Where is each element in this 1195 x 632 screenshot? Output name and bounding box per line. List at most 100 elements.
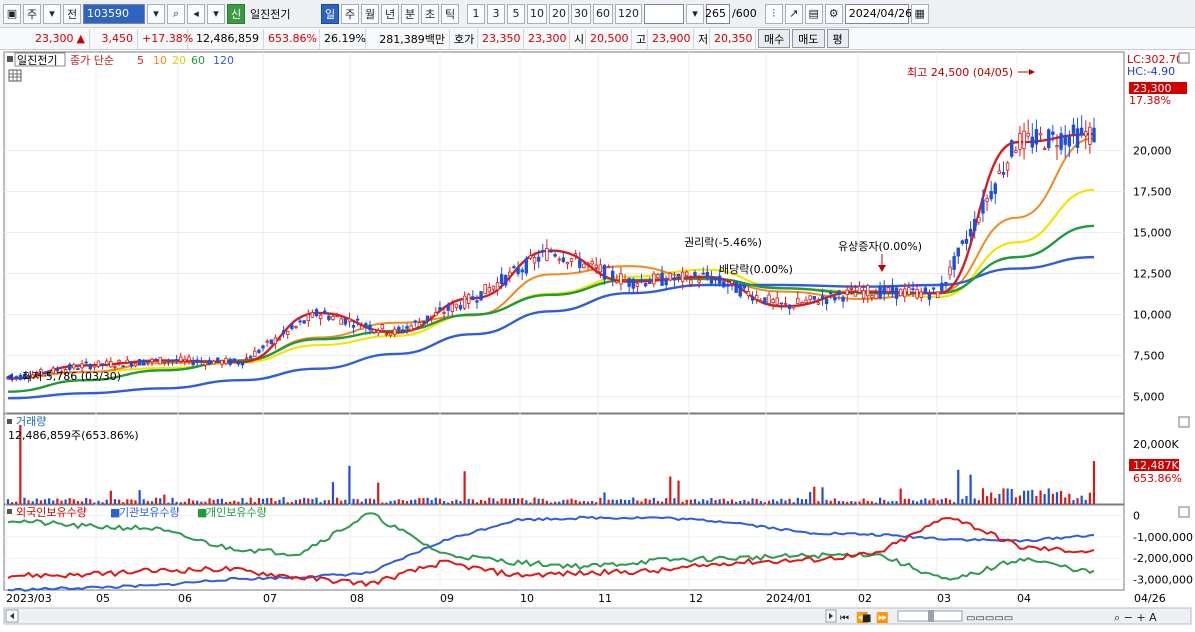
candle-body: [927, 293, 932, 300]
period-tick[interactable]: 틱: [441, 3, 459, 24]
draw-icon[interactable]: ↗: [784, 3, 803, 24]
count-input[interactable]: 265: [705, 3, 730, 24]
volume-bar: [554, 501, 557, 504]
volume-panel-frame: [3, 413, 1125, 505]
candle-body: [92, 365, 97, 368]
volume-bar: [516, 498, 520, 504]
volume-bar: [944, 498, 948, 504]
nav-next-icon[interactable]: ⏩: [876, 611, 888, 624]
period-week[interactable]: 주: [341, 3, 359, 24]
volume-bar: [1039, 490, 1042, 504]
candle-body: [849, 288, 853, 290]
interval-5[interactable]: 5: [507, 3, 525, 24]
code-input[interactable]: 103590: [83, 3, 145, 24]
search-icon[interactable]: ⌕: [167, 3, 185, 24]
volume-bar: [492, 498, 495, 504]
panel-close-icon[interactable]: [1178, 52, 1190, 64]
candle-body: [977, 217, 981, 223]
interval-120[interactable]: 120: [615, 3, 642, 24]
window-icon[interactable]: ▣: [3, 3, 21, 24]
period-month[interactable]: 월: [361, 3, 379, 24]
price-y-tick: 20,000: [1133, 144, 1172, 157]
volume-bar: [1002, 488, 1005, 504]
interval-dropdown-icon[interactable]: ▾: [686, 3, 704, 24]
candle-icon[interactable]: ⫶: [764, 3, 783, 24]
period-minute[interactable]: 분: [401, 3, 419, 24]
nav-first-icon[interactable]: ⏮: [840, 613, 849, 624]
menu-icon[interactable]: ▾: [207, 3, 225, 24]
buy-button[interactable]: 매수: [758, 29, 791, 48]
candle-body: [265, 340, 269, 343]
volume-bar: [599, 497, 602, 504]
type-select[interactable]: 주: [23, 3, 41, 24]
period-day[interactable]: 일: [321, 3, 339, 24]
interval-30[interactable]: 30: [571, 3, 591, 24]
candle-body: [944, 281, 948, 284]
zoom-tools[interactable]: ⌕ − + A: [1114, 611, 1157, 624]
volume-bar: [146, 501, 149, 504]
candle-body: [528, 255, 533, 259]
volume-bar: [134, 500, 137, 504]
volume-bar: [323, 500, 326, 504]
interval-1[interactable]: 1: [467, 3, 485, 24]
candle-body: [829, 292, 833, 295]
stock-chart-svg[interactable]: 20,000 17,500 15,000 12,500 10,000 7,500 5,000…: [0, 50, 1195, 629]
save-icon[interactable]: ▤: [804, 3, 823, 24]
type-select-2[interactable]: 전: [63, 3, 81, 24]
volume-bar: [393, 500, 396, 504]
legend-ma-label: 종가 단순: [70, 54, 114, 67]
period-second[interactable]: 초: [421, 3, 439, 24]
candle-body: [211, 360, 216, 365]
chevron-down-icon[interactable]: ▾: [43, 3, 61, 24]
volume-bar: [652, 497, 655, 504]
volume-bar: [187, 498, 191, 504]
y-axis-ticks: 20,000 17,500 15,000 12,500 10,000 7,500 5,000…: [1133, 144, 1193, 586]
dropdown-icon[interactable]: ▾: [147, 3, 165, 24]
view-icons[interactable]: ▭▭▭▭▭: [966, 613, 1013, 624]
candle-body: [639, 279, 644, 282]
holdings-panel-close-icon[interactable]: [1178, 506, 1190, 518]
count-max: /600: [732, 7, 757, 20]
gear-icon[interactable]: ⚙: [824, 3, 843, 24]
zoom-slider-handle[interactable]: [928, 610, 934, 622]
volume-bar: [689, 499, 692, 504]
candle-body: [109, 361, 113, 368]
legend-ma120: 120: [213, 54, 234, 67]
volume-bar: [356, 499, 359, 504]
volume-bar: [39, 500, 43, 504]
candle-body: [462, 295, 467, 309]
volume-bar: [640, 501, 643, 504]
candle-body: [306, 314, 310, 322]
chart-area[interactable]: 20,000 17,500 15,000 12,500 10,000 7,500 5,000…: [0, 50, 1195, 629]
volume-bar: [632, 497, 635, 504]
volume-bar: [644, 498, 647, 504]
interval-20[interactable]: 20: [549, 3, 569, 24]
eval-button[interactable]: 평: [826, 29, 849, 48]
interval-60[interactable]: 60: [593, 3, 613, 24]
interval-10[interactable]: 10: [527, 3, 547, 24]
candle-body: [450, 303, 454, 312]
candle-body: [685, 271, 689, 276]
volume-bar: [237, 501, 240, 504]
date-input[interactable]: 2024/04/26: [844, 3, 912, 24]
volume-bar: [1064, 497, 1067, 504]
table-icon[interactable]: [8, 69, 22, 82]
period-year[interactable]: 년: [381, 3, 399, 24]
stop-icon[interactable]: ■: [862, 613, 871, 624]
candle-body: [878, 286, 882, 299]
volume-bar: [307, 498, 310, 504]
candle-body: [392, 328, 397, 335]
toolbar: ▣ 주 ▾ 전 103590 ▾ ⌕ ◂ ▾ 신 일진전기 일 주 월 년 분 …: [0, 0, 1195, 28]
candle-body: [541, 249, 545, 253]
calendar-icon[interactable]: ▦: [910, 3, 929, 24]
candle-body: [467, 294, 471, 304]
speaker-icon[interactable]: ◂: [187, 3, 205, 24]
volume-bar: [442, 501, 446, 504]
volume-bar: [887, 501, 890, 504]
candle-body: [401, 329, 405, 333]
interval-3[interactable]: 3: [487, 3, 505, 24]
candle-body: [442, 312, 446, 314]
sell-button[interactable]: 매도: [792, 29, 825, 48]
custom-interval-input[interactable]: [644, 3, 684, 24]
volume-panel-close-icon[interactable]: [1178, 416, 1190, 428]
